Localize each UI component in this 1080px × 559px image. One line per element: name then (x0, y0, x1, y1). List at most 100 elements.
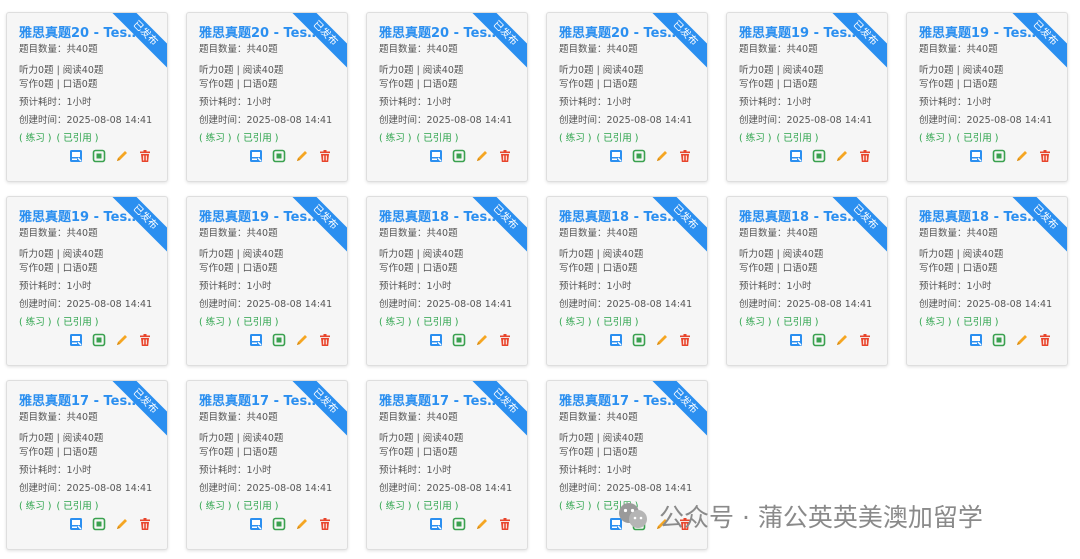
trash-icon[interactable] (858, 149, 872, 163)
watermark: 公众号 · 蒲公英英美澳加留学 (615, 496, 983, 536)
paper-card-3[interactable]: 已发布 雅思真题20 - Test2... 题目数量：共40题 听力0题 | 阅… (366, 12, 528, 182)
card-title[interactable]: 雅思真题19 - Test3... (919, 26, 1043, 42)
paper-card-8[interactable]: 已发布 雅思真题19 - Test1... 题目数量：共40题 听力0题 | 阅… (186, 196, 348, 366)
paper-card-10[interactable]: 已发布 雅思真题18 - Test3... 题目数量：共40题 听力0题 | 阅… (546, 196, 708, 366)
copy-icon[interactable] (992, 333, 1006, 347)
pencil-icon[interactable] (655, 149, 669, 163)
paper-card-13[interactable]: 已发布 雅思真题17 - Test4... 题目数量：共40题 听力0题 | 阅… (6, 380, 168, 550)
trash-icon[interactable] (678, 333, 692, 347)
copy-icon[interactable] (452, 149, 466, 163)
preview-icon[interactable] (69, 517, 83, 531)
question-count: 题目数量：共40题 (739, 228, 818, 239)
pencil-icon[interactable] (115, 333, 129, 347)
paper-card-2[interactable]: 已发布 雅思真题20 - Test3... 题目数量：共40题 听力0题 | 阅… (186, 12, 348, 182)
paper-card-4[interactable]: 已发布 雅思真题20 - Test1... 题目数量：共40题 听力0题 | 阅… (546, 12, 708, 182)
card-title[interactable]: 雅思真题17 - Test1... (559, 394, 683, 410)
copy-icon[interactable] (452, 333, 466, 347)
preview-icon[interactable] (609, 149, 623, 163)
pencil-icon[interactable] (295, 333, 309, 347)
pencil-icon[interactable] (1015, 149, 1029, 163)
pencil-icon[interactable] (475, 517, 489, 531)
paper-card-15[interactable]: 已发布 雅思真题17 - Test2... 题目数量：共40题 听力0题 | 阅… (366, 380, 528, 550)
pencil-icon[interactable] (115, 517, 129, 531)
trash-icon[interactable] (498, 517, 512, 531)
trash-icon[interactable] (318, 333, 332, 347)
preview-icon[interactable] (429, 149, 443, 163)
preview-icon[interactable] (429, 517, 443, 531)
card-title[interactable]: 雅思真题19 - Test1... (199, 210, 323, 226)
trash-icon[interactable] (138, 517, 152, 531)
trash-icon[interactable] (498, 333, 512, 347)
trash-icon[interactable] (1038, 149, 1052, 163)
preview-icon[interactable] (969, 149, 983, 163)
card-title[interactable]: 雅思真题18 - Test4... (379, 210, 503, 226)
card-title[interactable]: 雅思真题18 - Test1... (919, 210, 1043, 226)
copy-icon[interactable] (452, 517, 466, 531)
preview-icon[interactable] (429, 333, 443, 347)
preview-icon[interactable] (249, 149, 263, 163)
copy-icon[interactable] (812, 333, 826, 347)
paper-card-7[interactable]: 已发布 雅思真题19 - Test2... 题目数量：共40题 听力0题 | 阅… (6, 196, 168, 366)
pencil-icon[interactable] (295, 517, 309, 531)
trash-icon[interactable] (678, 149, 692, 163)
copy-icon[interactable] (632, 149, 646, 163)
paper-card-1[interactable]: 已发布 雅思真题20 - Test4... 题目数量：共40题 听力0题 | 阅… (6, 12, 168, 182)
card-title[interactable]: 雅思真题17 - Test2... (379, 394, 503, 410)
pencil-icon[interactable] (835, 333, 849, 347)
preview-icon[interactable] (789, 333, 803, 347)
copy-icon[interactable] (92, 517, 106, 531)
card-title[interactable]: 雅思真题17 - Test4... (19, 394, 143, 410)
paper-card-9[interactable]: 已发布 雅思真题18 - Test4... 题目数量：共40题 听力0题 | 阅… (366, 196, 528, 366)
paper-card-12[interactable]: 已发布 雅思真题18 - Test1... 题目数量：共40题 听力0题 | 阅… (906, 196, 1068, 366)
card-title[interactable]: 雅思真题19 - Test4... (739, 26, 863, 42)
pencil-icon[interactable] (295, 149, 309, 163)
copy-icon[interactable] (272, 149, 286, 163)
copy-icon[interactable] (92, 333, 106, 347)
paper-card-11[interactable]: 已发布 雅思真题18 - Test2... 题目数量：共40题 听力0题 | 阅… (726, 196, 888, 366)
preview-icon[interactable] (69, 333, 83, 347)
question-count: 题目数量：共40题 (559, 412, 638, 423)
preview-icon[interactable] (609, 333, 623, 347)
card-title[interactable]: 雅思真题19 - Test2... (19, 210, 143, 226)
card-title[interactable]: 雅思真题18 - Test3... (559, 210, 683, 226)
preview-icon[interactable] (69, 149, 83, 163)
question-types-line2: 写作0题 | 口语0题 (19, 79, 98, 90)
paper-card-6[interactable]: 已发布 雅思真题19 - Test3... 题目数量：共40题 听力0题 | 阅… (906, 12, 1068, 182)
trash-icon[interactable] (498, 149, 512, 163)
copy-icon[interactable] (92, 149, 106, 163)
pencil-icon[interactable] (835, 149, 849, 163)
trash-icon[interactable] (1038, 333, 1052, 347)
preview-icon[interactable] (789, 149, 803, 163)
copy-icon[interactable] (992, 149, 1006, 163)
trash-icon[interactable] (318, 517, 332, 531)
preview-icon[interactable] (969, 333, 983, 347)
copy-icon[interactable] (272, 517, 286, 531)
card-title[interactable]: 雅思真题20 - Test4... (19, 26, 143, 42)
copy-icon[interactable] (812, 149, 826, 163)
paper-card-14[interactable]: 已发布 雅思真题17 - Test3... 题目数量：共40题 听力0题 | 阅… (186, 380, 348, 550)
trash-icon[interactable] (138, 333, 152, 347)
cited-tag: ( 已引用 ) (956, 133, 999, 144)
status-tags: ( 练习 ) ( 已引用 ) (739, 133, 820, 145)
trash-icon[interactable] (858, 333, 872, 347)
question-count: 题目数量：共40题 (199, 412, 278, 423)
card-title[interactable]: 雅思真题20 - Test3... (199, 26, 323, 42)
pencil-icon[interactable] (655, 333, 669, 347)
pencil-icon[interactable] (1015, 333, 1029, 347)
paper-card-5[interactable]: 已发布 雅思真题19 - Test4... 题目数量：共40题 听力0题 | 阅… (726, 12, 888, 182)
pencil-icon[interactable] (475, 149, 489, 163)
pencil-icon[interactable] (115, 149, 129, 163)
card-title[interactable]: 雅思真题20 - Test1... (559, 26, 683, 42)
question-count: 题目数量：共40题 (739, 44, 818, 55)
card-title[interactable]: 雅思真题17 - Test3... (199, 394, 323, 410)
status-tags: ( 练习 ) ( 已引用 ) (379, 501, 460, 513)
card-title[interactable]: 雅思真题18 - Test2... (739, 210, 863, 226)
trash-icon[interactable] (138, 149, 152, 163)
preview-icon[interactable] (249, 333, 263, 347)
pencil-icon[interactable] (475, 333, 489, 347)
preview-icon[interactable] (249, 517, 263, 531)
copy-icon[interactable] (632, 333, 646, 347)
trash-icon[interactable] (318, 149, 332, 163)
copy-icon[interactable] (272, 333, 286, 347)
card-title[interactable]: 雅思真题20 - Test2... (379, 26, 503, 42)
